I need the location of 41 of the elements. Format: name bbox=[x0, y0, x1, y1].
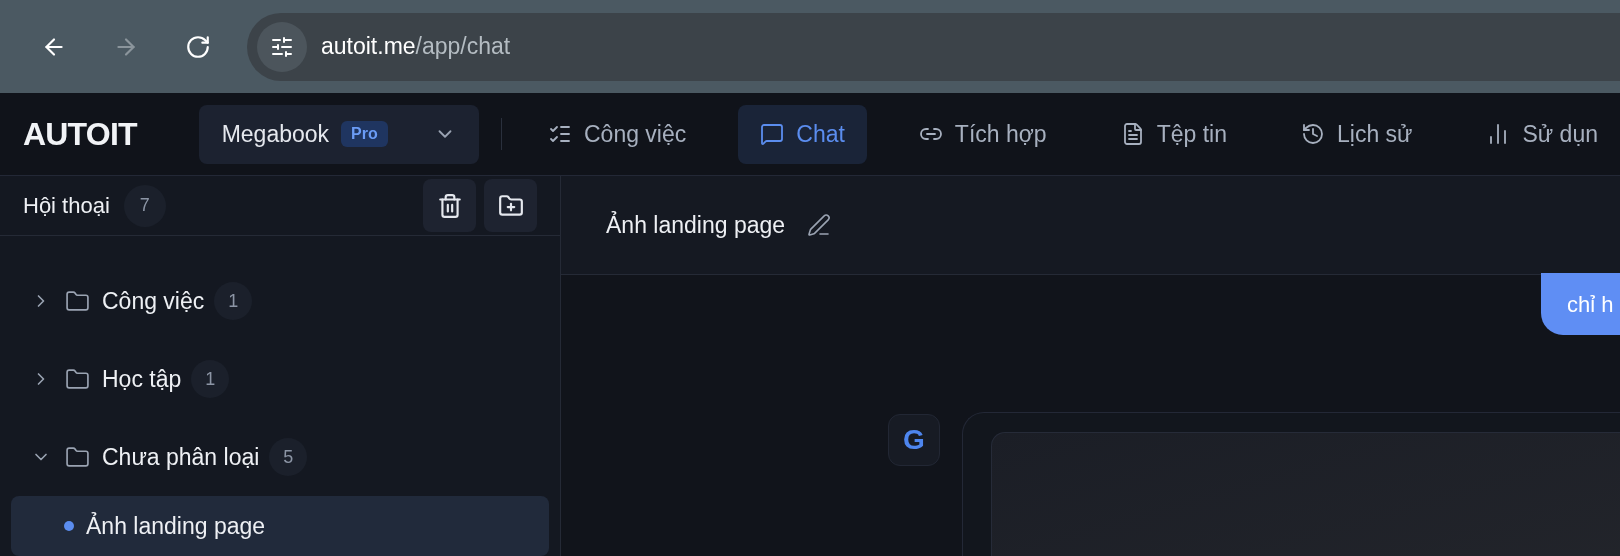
chat-icon bbox=[760, 122, 785, 146]
conversation-item[interactable]: Ảnh landing page bbox=[11, 496, 549, 556]
folder-row[interactable]: Công việc 1 bbox=[11, 262, 549, 340]
url-path: /app/chat bbox=[415, 33, 511, 60]
url-host: autoit.me bbox=[321, 33, 416, 60]
plan-badge: Pro bbox=[341, 121, 388, 147]
folder-name: Công việc bbox=[102, 286, 205, 316]
folder-plus-icon bbox=[497, 192, 524, 219]
folder-row[interactable]: Chưa phân loại 5 bbox=[11, 418, 549, 496]
conversation-title: Ảnh landing page bbox=[86, 511, 266, 541]
site-settings-icon[interactable] bbox=[257, 21, 307, 72]
folder-icon bbox=[65, 366, 90, 392]
nav-tab[interactable]: Tệp tin bbox=[1098, 104, 1249, 164]
sidebar-title: Hội thoại bbox=[23, 192, 110, 220]
nav-tab[interactable]: Tích hợp bbox=[896, 104, 1069, 164]
folder-name: Học tập bbox=[102, 364, 182, 394]
edit-icon[interactable] bbox=[807, 213, 832, 237]
assistant-avatar: G bbox=[888, 414, 940, 466]
delete-button[interactable] bbox=[423, 179, 476, 232]
trash-icon bbox=[436, 192, 463, 219]
count-badge: 5 bbox=[269, 438, 308, 476]
folder-name: Chưa phân loại bbox=[102, 442, 260, 472]
logo: AUTOIT bbox=[23, 115, 139, 154]
folder-icon bbox=[65, 288, 90, 314]
new-folder-button[interactable] bbox=[484, 179, 537, 232]
count-badge: 1 bbox=[214, 282, 253, 320]
history-icon bbox=[1301, 122, 1325, 146]
nav-tab[interactable]: Chat bbox=[738, 104, 867, 164]
count-badge: 7 bbox=[123, 184, 166, 227]
nav-tab[interactable]: Lịch sử bbox=[1279, 104, 1435, 164]
nav-tab[interactable]: Sử dụn bbox=[1464, 104, 1620, 164]
count-badge: 1 bbox=[191, 360, 230, 398]
reload-icon bbox=[185, 33, 211, 60]
user-message-bubble: chỉ h bbox=[1541, 273, 1620, 335]
workspace-dropdown[interactable]: Megabook Pro bbox=[198, 104, 480, 164]
folder-icon bbox=[65, 444, 90, 470]
folder-row[interactable]: Học tập 1 bbox=[11, 340, 549, 418]
chat-title: Ảnh landing page bbox=[606, 210, 786, 240]
workspace-name: Megabook bbox=[221, 119, 330, 149]
address-bar[interactable]: autoit.me/app/chat bbox=[247, 12, 1620, 81]
nav-tab[interactable]: Công việc bbox=[526, 104, 709, 164]
